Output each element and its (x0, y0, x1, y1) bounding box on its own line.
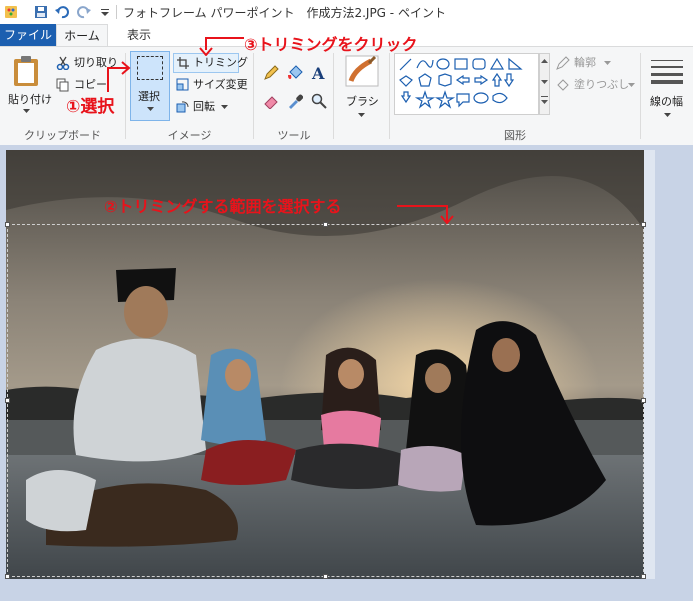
title-divider (116, 5, 117, 19)
selection-handle[interactable] (641, 398, 646, 403)
rotate-dropdown-icon (221, 105, 228, 109)
paste-dropdown-icon (23, 109, 30, 113)
group-separator (333, 53, 334, 139)
paint-app-icon (5, 6, 17, 18)
resize-icon (176, 78, 189, 91)
rotate-label: 回転 (193, 100, 215, 113)
clipboard-icon (14, 56, 38, 86)
tab-home[interactable]: ホーム (56, 24, 108, 46)
annotation-arrow-step1 (107, 61, 131, 92)
brushes-dropdown-icon (358, 113, 365, 117)
selection-handle[interactable] (5, 574, 10, 579)
copy-icon (56, 78, 69, 92)
shapes-gallery[interactable] (394, 53, 539, 115)
window-title: フォトフレーム パワーポイント 作成方法2.JPG - ペイント (123, 6, 446, 20)
title-bar: フォトフレーム パワーポイント 作成方法2.JPG - ペイント (0, 0, 693, 25)
outline-dropdown-icon (604, 61, 611, 65)
shapes-gallery-scroll[interactable] (539, 53, 550, 115)
brush-icon (345, 55, 379, 87)
outline-label: 輪郭 (574, 56, 596, 69)
clipboard-group-label: クリップボード (24, 129, 101, 142)
selection-handle[interactable] (5, 398, 10, 403)
selection-rectangle[interactable] (7, 224, 644, 577)
annotation-step1: ①選択 (66, 97, 115, 117)
group-separator (640, 53, 641, 139)
annotation-arrow-step3 (199, 37, 244, 56)
text-icon[interactable]: A (311, 64, 327, 81)
scissors-icon (56, 56, 70, 70)
line-width-icon (651, 60, 683, 84)
fill-icon (557, 79, 569, 91)
annotation-arrow-step2 (397, 205, 454, 225)
fill-bucket-icon[interactable] (287, 65, 303, 81)
resize-label: サイズ変更 (193, 78, 248, 91)
save-icon[interactable] (33, 4, 49, 20)
selection-handle[interactable] (5, 222, 10, 227)
crop-icon (177, 57, 189, 69)
selection-handle[interactable] (641, 222, 646, 227)
redo-icon[interactable] (76, 4, 92, 20)
size-dropdown-icon (664, 113, 671, 117)
gallery-scroll-arrows-icon (541, 59, 548, 104)
rotate-icon (176, 101, 189, 113)
size-label: 線の幅 (650, 95, 683, 108)
eraser-icon[interactable] (263, 93, 279, 109)
annotation-step3: ③トリミングをクリック (244, 35, 418, 54)
outline-pen-icon (556, 56, 570, 70)
canvas-right-shadow (644, 150, 655, 579)
tab-file[interactable]: ファイル (0, 24, 56, 46)
crop-label: トリミング (193, 56, 248, 69)
tab-view[interactable]: 表示 (115, 24, 163, 46)
selection-handle[interactable] (323, 574, 328, 579)
select-button[interactable]: 選択 (130, 51, 170, 121)
size-button[interactable]: 線の幅 (645, 53, 691, 121)
customize-quick-access-icon[interactable] (97, 4, 113, 20)
paste-label: 貼り付け (8, 93, 52, 106)
crop-button[interactable]: トリミング (173, 53, 248, 73)
brushes-button[interactable]: ブラシ (338, 53, 386, 121)
annotation-step2: ②トリミングする範囲を選択する (104, 197, 342, 216)
pencil-icon[interactable] (263, 65, 279, 81)
fill-dropdown-icon (628, 83, 635, 87)
select-rectangle-icon (137, 56, 163, 80)
image-group-label: イメージ (167, 129, 212, 142)
selection-handle[interactable] (641, 574, 646, 579)
paste-button[interactable]: 貼り付け (4, 53, 52, 119)
undo-icon[interactable] (54, 4, 70, 20)
brushes-label: ブラシ (346, 95, 379, 108)
select-label: 選択 (138, 90, 160, 103)
svg-text:A: A (311, 64, 325, 81)
shapes-group-label: 図形 (504, 129, 526, 142)
select-dropdown-icon (147, 107, 154, 111)
fill-label: 塗りつぶし (574, 78, 630, 91)
color-picker-icon[interactable] (287, 93, 303, 109)
selection-handle[interactable] (323, 222, 328, 227)
tools-group-label: ツール (277, 129, 311, 142)
group-separator (253, 53, 254, 139)
shapes-icons[interactable] (397, 56, 537, 114)
magnifier-icon[interactable] (311, 93, 327, 109)
